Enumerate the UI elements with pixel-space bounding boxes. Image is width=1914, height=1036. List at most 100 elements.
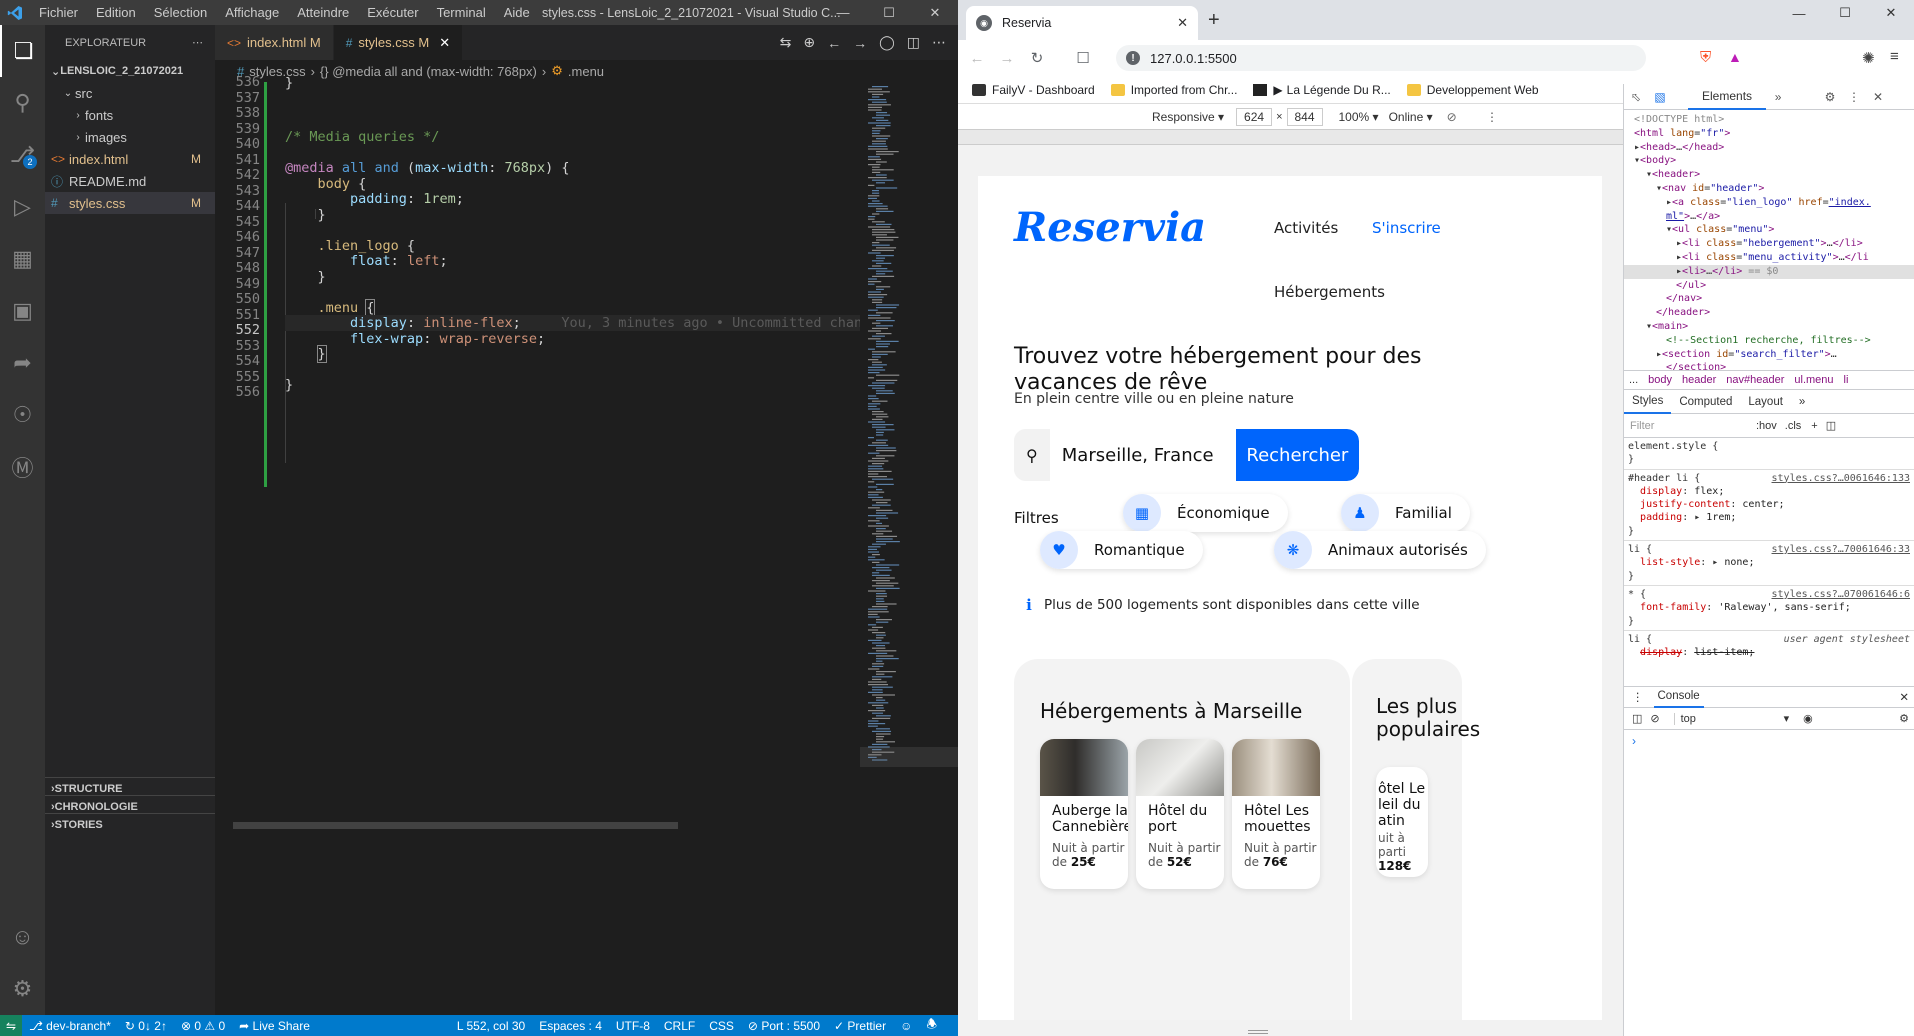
dom-node[interactable]: ▸<head>…</head> xyxy=(1624,141,1914,155)
css-property[interactable]: display xyxy=(1640,647,1682,658)
bookmark-folder[interactable]: Developpement Web xyxy=(1406,83,1539,97)
dom-node[interactable]: ▾<nav id="header"> xyxy=(1624,182,1914,196)
more-options-icon[interactable]: ⋮ xyxy=(1842,90,1866,104)
browser-tab[interactable]: ◉ Reservia ✕ xyxy=(966,6,1198,40)
more-tabs-icon[interactable]: » xyxy=(1791,390,1813,414)
gear-icon[interactable]: ⚙ xyxy=(0,963,45,1015)
device-mode-select[interactable]: Responsive ▾ xyxy=(1152,110,1224,124)
clear-console-icon[interactable]: ⊘ xyxy=(1650,712,1659,725)
close-tab-icon[interactable]: ✕ xyxy=(439,35,450,51)
dom-node[interactable]: </section> xyxy=(1624,361,1914,370)
breadcrumb-item[interactable]: li xyxy=(1844,374,1849,386)
bookmark-item[interactable]: FailyV - Dashboard xyxy=(972,83,1095,97)
bookmark-folder[interactable]: Imported from Chr... xyxy=(1110,83,1237,97)
css-value[interactable]: 'Raleway', sans-serif; xyxy=(1718,602,1850,613)
forward-icon[interactable]: → xyxy=(992,50,1022,67)
dom-node[interactable]: ▾<body> xyxy=(1624,154,1914,168)
close-icon[interactable]: ✕ xyxy=(912,0,958,25)
search-icon[interactable]: ⚲ xyxy=(0,77,45,129)
live-share-status[interactable]: ➦ Live Share xyxy=(239,1019,310,1033)
more-options-icon[interactable]: ⋮ xyxy=(1632,690,1644,704)
menu-selection[interactable]: Sélection xyxy=(145,5,216,20)
close-tab-icon[interactable]: ✕ xyxy=(1177,15,1188,31)
port-status[interactable]: ⊘ Port : 5500 xyxy=(748,1019,820,1033)
dom-node[interactable]: <!DOCTYPE html> xyxy=(1624,113,1914,127)
previous-change-icon[interactable]: ← xyxy=(827,35,841,51)
filter-economique[interactable]: ▦ Économique xyxy=(1123,494,1288,532)
menu-icon[interactable]: ≡ xyxy=(1890,48,1899,65)
filter-input[interactable]: Filter xyxy=(1630,420,1748,432)
new-tab-icon[interactable]: + xyxy=(1208,9,1220,32)
dom-node[interactable]: ▸<a class="lien_logo" href="index. xyxy=(1624,196,1914,210)
dom-node[interactable]: ▸<li class="menu_activity">…</li xyxy=(1624,251,1914,265)
tab-console[interactable]: Console xyxy=(1653,686,1704,708)
dom-node[interactable]: ▾<ul class="menu"> xyxy=(1624,223,1914,237)
back-icon[interactable]: ← xyxy=(962,50,992,67)
close-devtools-icon[interactable]: ✕ xyxy=(1866,90,1890,104)
maximize-icon[interactable]: ☐ xyxy=(866,0,912,25)
encoding-status[interactable]: UTF-8 xyxy=(616,1019,650,1033)
close-icon[interactable]: ✕ xyxy=(1868,0,1914,26)
extensions-icon[interactable]: ✺ xyxy=(1862,49,1875,67)
more-options-icon[interactable]: ⋮ xyxy=(1486,110,1498,124)
card-port[interactable]: Hôtel du port Nuit à partir de 52€ xyxy=(1136,739,1224,889)
breadcrumb-item[interactable]: ul.menu xyxy=(1794,374,1833,386)
more-actions-icon[interactable]: ⋯ xyxy=(932,34,946,51)
breadcrumb-item[interactable]: nav#header xyxy=(1726,374,1784,386)
rewards-icon[interactable]: ▲ xyxy=(1728,49,1742,65)
git-commit-icon[interactable]: ⊕ xyxy=(803,34,815,51)
inspect-icon[interactable]: ⬁ xyxy=(1624,90,1648,104)
dom-node[interactable]: ▸<section id="search_filter">… xyxy=(1624,348,1914,362)
horizontal-scrollbar[interactable] xyxy=(233,822,678,829)
rule-source-link[interactable]: styles.css?…70061646:33 xyxy=(1772,543,1910,556)
menu-executer[interactable]: Exécuter xyxy=(358,5,427,20)
tab-layout[interactable]: Layout xyxy=(1740,390,1791,414)
card-partial[interactable]: ôtel Le leil du atin uit à parti 128€ xyxy=(1376,767,1428,877)
minimize-icon[interactable]: — xyxy=(1776,0,1822,26)
breadcrumb-item[interactable]: ... xyxy=(1629,374,1638,386)
nav-sinscrire[interactable]: S'inscrire xyxy=(1372,219,1441,237)
remote-icon[interactable]: ⇋ xyxy=(0,1015,22,1036)
hov-toggle[interactable]: :hov xyxy=(1756,420,1777,432)
css-rule[interactable]: #header li {styles.css?…0061646:133 disp… xyxy=(1624,470,1914,542)
reload-icon[interactable]: ↻ xyxy=(1022,49,1052,67)
breadcrumb-item[interactable]: header xyxy=(1682,374,1716,386)
zoom-select[interactable]: 100% ▾ xyxy=(1339,110,1379,124)
run-debug-icon[interactable]: ▷ xyxy=(0,181,45,233)
new-rule-icon[interactable]: + xyxy=(1811,420,1817,432)
go-live-icon[interactable]: ◯ xyxy=(879,34,895,51)
throttle-select[interactable]: Online ▾ xyxy=(1389,110,1433,124)
media-query-bar[interactable] xyxy=(958,129,1623,145)
problems-status[interactable]: ⊗ 0 ⚠ 0 xyxy=(181,1019,225,1033)
filter-familial[interactable]: ♟ Familial xyxy=(1341,494,1470,532)
gear-icon[interactable]: ⚙ xyxy=(1818,90,1842,104)
more-tabs-icon[interactable]: » xyxy=(1766,90,1790,104)
live-share-icon[interactable]: ➦ xyxy=(0,337,45,389)
device-toggle-icon[interactable]: ▧ xyxy=(1648,90,1672,104)
close-drawer-icon[interactable]: ✕ xyxy=(1899,690,1909,704)
prettier-status[interactable]: ✓ Prettier xyxy=(834,1019,886,1033)
menu-fichier[interactable]: Fichier xyxy=(30,5,87,20)
rule-source-link[interactable]: styles.css?…0061646:133 xyxy=(1772,472,1910,485)
css-rule[interactable]: li {user agent stylesheet display: list-… xyxy=(1624,631,1914,662)
menu-atteindre[interactable]: Atteindre xyxy=(288,5,358,20)
search-input[interactable]: Marseille, France xyxy=(1049,429,1236,481)
more-actions-icon[interactable]: ⋯ xyxy=(192,36,203,49)
dom-node-selected[interactable]: ▸<li>…</li> == $0 xyxy=(1624,264,1914,279)
dom-node[interactable]: ▸<li class="hebergement">…</li> xyxy=(1624,237,1914,251)
rule-source-link[interactable]: styles.css?…070061646:6 xyxy=(1772,588,1910,601)
account-icon[interactable]: ☺ xyxy=(0,911,45,963)
context-select[interactable]: top xyxy=(1673,712,1784,725)
console-prompt[interactable]: › xyxy=(1632,734,1636,748)
feedback-icon[interactable]: ☺ xyxy=(900,1019,912,1033)
project-folder[interactable]: ⌄ LENSLOIC_2_21072021 xyxy=(45,60,215,82)
css-rule[interactable]: * {styles.css?…070061646:6 font-family: … xyxy=(1624,586,1914,631)
dom-node[interactable]: ▾<main> xyxy=(1624,320,1914,334)
dom-node[interactable]: </ul> xyxy=(1624,279,1914,293)
bookmark-item[interactable]: ▶ La Légende Du R... xyxy=(1253,83,1391,97)
menu-edition[interactable]: Edition xyxy=(87,5,145,20)
css-value[interactable]: 1rem; xyxy=(1706,512,1736,523)
tree-item-styles-css[interactable]: # styles.css M xyxy=(45,192,215,214)
source-control-icon[interactable]: ⎇ 2 xyxy=(0,129,45,181)
search-button[interactable]: Rechercher xyxy=(1235,429,1359,481)
